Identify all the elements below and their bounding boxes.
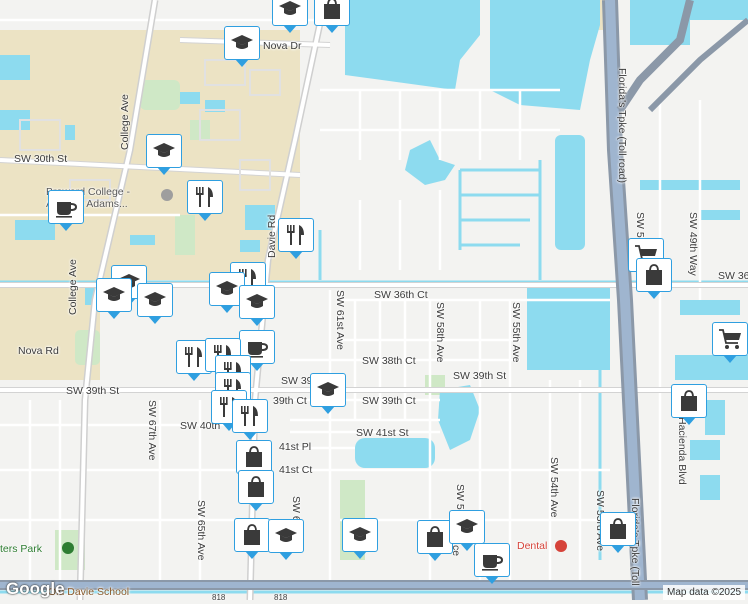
graduation-cap-icon bbox=[348, 524, 372, 546]
map-marker-restaurant[interactable] bbox=[278, 218, 314, 259]
map-marker-graduation-cap[interactable] bbox=[239, 285, 275, 326]
street-label-sw-57th-partial: SW 5 bbox=[454, 484, 466, 510]
place-label-parks[interactable]: ters Park bbox=[0, 543, 42, 555]
graduation-cap-icon bbox=[215, 278, 239, 300]
map-marker-coffee[interactable] bbox=[48, 190, 84, 231]
street-label-sw-65th-ave: SW 65th Ave bbox=[195, 500, 207, 561]
street-label-college-ave-lower: College Ave bbox=[67, 259, 79, 315]
google-logo: Google bbox=[6, 579, 65, 598]
street-label-sw-39th-st-left: SW 39th St bbox=[66, 385, 120, 397]
map-marker-shopping-cart[interactable] bbox=[712, 322, 748, 363]
street-label-sw-5-right: SW 5 bbox=[634, 212, 646, 238]
street-label-sw-67th-ave: SW 67th Ave bbox=[146, 400, 158, 461]
graduation-cap-icon bbox=[230, 32, 254, 54]
map-marker-restaurant[interactable] bbox=[187, 180, 223, 221]
shopping-bag-icon bbox=[242, 446, 266, 468]
graduation-cap-icon bbox=[316, 379, 340, 401]
route-label-818-a: 818 bbox=[212, 593, 226, 602]
shopping-bag-icon bbox=[244, 476, 268, 498]
map-marker-coffee[interactable] bbox=[474, 543, 510, 584]
map-marker-shopping-bag[interactable] bbox=[417, 520, 453, 561]
street-label-sw-61st-ave: SW 61st Ave bbox=[334, 290, 346, 350]
map-marker-graduation-cap[interactable] bbox=[224, 26, 260, 67]
map-marker-shopping-bag[interactable] bbox=[314, 0, 350, 33]
restaurant-icon bbox=[182, 346, 206, 368]
street-label-nova-dr: Nova Dr bbox=[263, 40, 302, 52]
hospital-poi-icon[interactable] bbox=[555, 540, 567, 552]
graduation-cap-icon bbox=[102, 284, 126, 306]
street-label-davie-rd: Davie Rd bbox=[266, 214, 278, 258]
street-label-nova-rd: Nova Rd bbox=[18, 345, 59, 357]
graduation-cap-icon bbox=[274, 525, 298, 547]
street-label-sw-36-right: SW 36 bbox=[718, 270, 748, 282]
park-poi-icon[interactable] bbox=[62, 542, 74, 554]
map-marker-shopping-bag[interactable] bbox=[238, 470, 274, 511]
street-label-sw-49th-way: SW 49th Way bbox=[687, 212, 699, 276]
street-label-41st-ct: 41st Ct bbox=[279, 464, 313, 476]
shopping-bag-icon bbox=[320, 0, 344, 20]
coffee-icon bbox=[480, 549, 504, 571]
graduation-cap-icon bbox=[152, 140, 176, 162]
street-label-sw-30th-st: SW 30th St bbox=[14, 153, 68, 165]
street-label-sw-54th-ave: SW 54th Ave bbox=[548, 457, 560, 518]
graduation-cap-icon bbox=[278, 0, 302, 20]
graduation-cap-icon bbox=[143, 289, 167, 311]
street-label-sw-55th-ave: SW 55th Ave bbox=[510, 302, 522, 363]
map-attribution[interactable]: Map data ©2025 bbox=[663, 585, 746, 600]
street-label-39th-ct-left: 39th Ct bbox=[273, 395, 307, 407]
shopping-cart-icon bbox=[718, 328, 742, 350]
street-label-college-ave-upper: College Ave bbox=[119, 94, 131, 150]
shopping-bag-icon bbox=[677, 390, 701, 412]
map-marker-shopping-bag[interactable] bbox=[671, 384, 707, 425]
shopping-bag-icon bbox=[606, 518, 630, 540]
map-marker-graduation-cap[interactable] bbox=[272, 0, 308, 33]
route-label-818-b: 818 bbox=[274, 593, 288, 602]
street-label-sw-38th-ct: SW 38th Ct bbox=[362, 355, 416, 367]
shopping-bag-icon bbox=[240, 524, 264, 546]
restaurant-icon bbox=[238, 405, 262, 427]
street-label-sw-39th-ct-right: SW 39th Ct bbox=[362, 395, 416, 407]
place-label-dental[interactable]: Dental bbox=[517, 540, 547, 552]
map-marker-graduation-cap[interactable] bbox=[449, 510, 485, 551]
map-marker-shopping-bag[interactable] bbox=[236, 440, 272, 481]
shopping-bag-icon bbox=[423, 526, 447, 548]
street-label-41st-pl: 41st Pl bbox=[279, 441, 312, 453]
graduation-cap-icon bbox=[455, 516, 479, 538]
restaurant-icon bbox=[284, 224, 308, 246]
map-marker-graduation-cap[interactable] bbox=[310, 373, 346, 414]
map-marker-shopping-bag[interactable] bbox=[600, 512, 636, 553]
graduation-cap-icon bbox=[245, 291, 269, 313]
map-marker-graduation-cap[interactable] bbox=[342, 518, 378, 559]
street-label-sw-41st-st: SW 41st St bbox=[356, 427, 409, 439]
map-marker-graduation-cap[interactable] bbox=[96, 278, 132, 319]
street-label-sw-58th-ave: SW 58th Ave bbox=[434, 302, 446, 363]
street-label-sw-39th-st-right: SW 39th St bbox=[453, 370, 507, 382]
coffee-icon bbox=[54, 196, 78, 218]
college-poi-icon[interactable] bbox=[161, 189, 173, 201]
street-label-sw-39th-st-mid: SW 39 bbox=[281, 375, 313, 387]
map-marker-graduation-cap[interactable] bbox=[268, 519, 304, 560]
map-marker-restaurant[interactable] bbox=[232, 399, 268, 440]
map-marker-shopping-bag[interactable] bbox=[636, 258, 672, 299]
shopping-bag-icon bbox=[642, 264, 666, 286]
restaurant-icon bbox=[193, 186, 217, 208]
street-label-hacienda-blvd: Hacienda Blvd bbox=[676, 417, 688, 485]
street-label-sw-36th-ct: SW 36th Ct bbox=[374, 289, 428, 301]
map-marker-graduation-cap[interactable] bbox=[137, 283, 173, 324]
map-marker-graduation-cap[interactable] bbox=[146, 134, 182, 175]
street-label-turnpike-upper: Florida's Tpke (Toll road) bbox=[616, 68, 628, 184]
street-label-sw-63rd-partial: SW 6 bbox=[290, 496, 302, 522]
map-marker-shopping-bag[interactable] bbox=[234, 518, 270, 559]
